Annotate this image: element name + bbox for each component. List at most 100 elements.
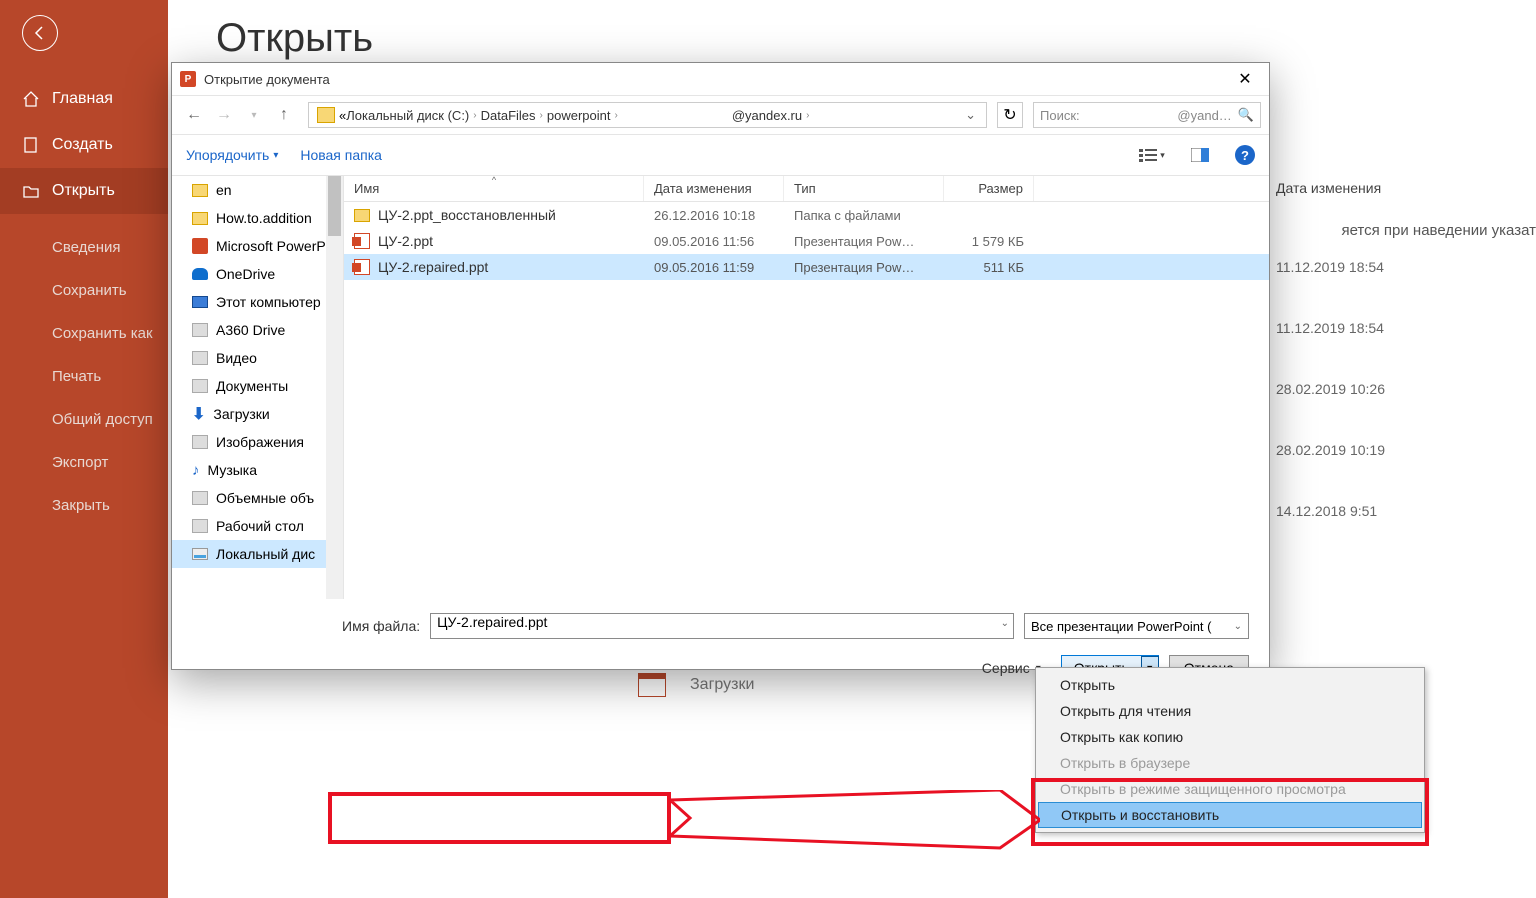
annotation-rect (328, 792, 671, 844)
recent-date-row: 14.12.2018 9:51 (1276, 480, 1536, 541)
nav-recent-dropdown[interactable]: ▾ (240, 101, 268, 129)
nav-tree: en How.to.additionMicrosoft PowerP OneDriv… (172, 176, 344, 599)
new-folder-button[interactable]: Новая папка (300, 147, 382, 163)
dialog-titlebar: P Открытие документа ✕ (172, 63, 1269, 95)
tree-item-label: A360 Drive (216, 322, 285, 338)
tree-item-label: Этот компьютер (216, 294, 321, 310)
tree-item-label: Объемные объ (216, 490, 314, 506)
recent-date-row: 28.02.2019 10:26 (1276, 358, 1536, 419)
tree-item-label: Локальный дис (216, 546, 315, 562)
tree-item-label: OneDrive (216, 266, 275, 282)
nav-info[interactable]: Сведения (0, 226, 168, 269)
annotation-arrow-icon (670, 790, 1040, 850)
tree-item[interactable]: Локальный дис (172, 540, 343, 568)
col-date[interactable]: Дата изменения (644, 176, 784, 201)
address-dropdown[interactable]: ⌄ (959, 107, 982, 123)
back-button[interactable] (22, 15, 58, 51)
nav-export[interactable]: Экспорт (0, 441, 168, 484)
tree-item-label: en (216, 182, 232, 198)
open-icon (22, 182, 42, 200)
tree-scrollbar[interactable] (326, 176, 343, 599)
nav-up-button[interactable]: ↑ (270, 101, 298, 129)
tree-item-label: Музыка (208, 462, 258, 478)
search-box[interactable]: Поиск: @yand… 🔍 (1033, 102, 1261, 128)
tree-item-label: Изображения (216, 434, 304, 450)
nav-share[interactable]: Общий доступ (0, 398, 168, 441)
dialog-title: Открытие документа (204, 72, 1229, 87)
nav-new-label: Создать (52, 136, 113, 154)
folder-icon (317, 107, 335, 123)
breadcrumb-seg[interactable]: powerpoint (547, 108, 611, 123)
dialog-body: en How.to.additionMicrosoft PowerP OneDriv… (172, 175, 1269, 599)
tree-item[interactable]: Изображения (172, 428, 343, 456)
open-menu-item[interactable]: Открыть для чтения (1036, 698, 1424, 724)
file-list-header: Имя Дата изменения Тип Размер ^ (344, 176, 1269, 202)
file-row[interactable]: ЦУ-2.repaired.ppt 09.05.2016 11:59 Презе… (344, 254, 1269, 280)
breadcrumb-seg[interactable]: Локальный диск (C:) (346, 108, 469, 123)
tree-item[interactable]: Рабочий стол (172, 512, 343, 540)
col-type[interactable]: Тип (784, 176, 944, 201)
tree-item[interactable]: ⬇Загрузки (172, 400, 343, 428)
tree-item-label: Документы (216, 378, 288, 394)
nav-back-button[interactable]: ← (180, 101, 208, 129)
file-date: 09.05.2016 11:59 (644, 260, 784, 275)
file-size: 1 579 КБ (944, 234, 1034, 249)
dialog-navbar: ← → ▾ ↑ « Локальный диск (C:)› DataFiles… (172, 95, 1269, 135)
tree-item[interactable]: Видео (172, 344, 343, 372)
new-icon (22, 136, 42, 154)
breadcrumb-seg[interactable]: @yandex.ru (732, 108, 802, 123)
file-date: 26.12.2016 10:18 (644, 208, 784, 223)
nav-new[interactable]: Создать (0, 122, 168, 168)
nav-print[interactable]: Печать (0, 355, 168, 398)
tree-item[interactable]: How.to.addition (172, 204, 343, 232)
nav-home[interactable]: Главная (0, 76, 168, 122)
service-menu[interactable]: Сервис ▾ (982, 660, 1041, 676)
powerpoint-icon: P (180, 71, 196, 87)
page-title: Открыть (216, 16, 1488, 61)
nav-home-label: Главная (52, 90, 113, 108)
tree-item-label: Рабочий стол (216, 518, 304, 534)
open-menu-item: Открыть в браузере (1036, 750, 1424, 776)
nav-forward-button[interactable]: → (210, 101, 238, 129)
tree-item-label: Видео (216, 350, 257, 366)
file-type: Презентация Pow… (784, 234, 944, 249)
tree-item[interactable]: A360 Drive (172, 316, 343, 344)
tree-item-label: Загрузки (213, 406, 269, 422)
tree-item[interactable]: en (172, 176, 343, 204)
nav-open[interactable]: Открыть (0, 168, 168, 214)
preview-pane-button[interactable] (1187, 142, 1213, 168)
nav-save[interactable]: Сохранить (0, 269, 168, 312)
open-menu-item[interactable]: Открыть (1036, 672, 1424, 698)
annotation-menu-rect (1031, 778, 1429, 846)
organize-menu[interactable]: Упорядочить ▾ (186, 147, 278, 163)
tree-item[interactable]: OneDrive (172, 260, 343, 288)
sort-indicator-icon: ^ (484, 175, 504, 185)
nav-close[interactable]: Закрыть (0, 484, 168, 527)
nav-saveas[interactable]: Сохранить как (0, 312, 168, 355)
help-button[interactable]: ? (1235, 145, 1255, 165)
recent-date-header: Дата изменения (1276, 180, 1536, 196)
view-mode-button[interactable]: ▾ (1139, 142, 1165, 168)
refresh-button[interactable]: ↻ (997, 102, 1023, 128)
file-type: Папка с файлами (784, 208, 944, 223)
tree-item[interactable]: Документы (172, 372, 343, 400)
file-name: ЦУ-2.ppt_восстановленный (378, 207, 556, 223)
close-button[interactable]: ✕ (1229, 69, 1261, 89)
nav-open-label: Открыть (52, 182, 115, 200)
tree-item[interactable]: ♪Музыка (172, 456, 343, 484)
filename-input[interactable]: ЦУ-2.repaired.ppt⌄ (430, 613, 1014, 639)
file-open-dialog: P Открытие документа ✕ ← → ▾ ↑ « Локальн… (171, 62, 1270, 670)
file-filter-select[interactable]: Все презентации PowerPoint (⌄ (1024, 613, 1249, 639)
address-bar[interactable]: « Локальный диск (C:)› DataFiles› powerp… (308, 102, 987, 128)
col-size[interactable]: Размер (944, 176, 1034, 201)
file-row[interactable]: ЦУ-2.ppt_восстановленный 26.12.2016 10:1… (344, 202, 1269, 228)
filename-label: Имя файла: (342, 618, 420, 634)
breadcrumb-seg[interactable]: DataFiles (481, 108, 536, 123)
file-name: ЦУ-2.repaired.ppt (378, 259, 488, 275)
file-name: ЦУ-2.ppt (378, 233, 433, 249)
file-row[interactable]: ЦУ-2.ppt 09.05.2016 11:56 Презентация Po… (344, 228, 1269, 254)
tree-item[interactable]: Этот компьютер (172, 288, 343, 316)
tree-item[interactable]: Microsoft PowerP (172, 232, 343, 260)
tree-item[interactable]: Объемные объ (172, 484, 343, 512)
open-menu-item[interactable]: Открыть как копию (1036, 724, 1424, 750)
